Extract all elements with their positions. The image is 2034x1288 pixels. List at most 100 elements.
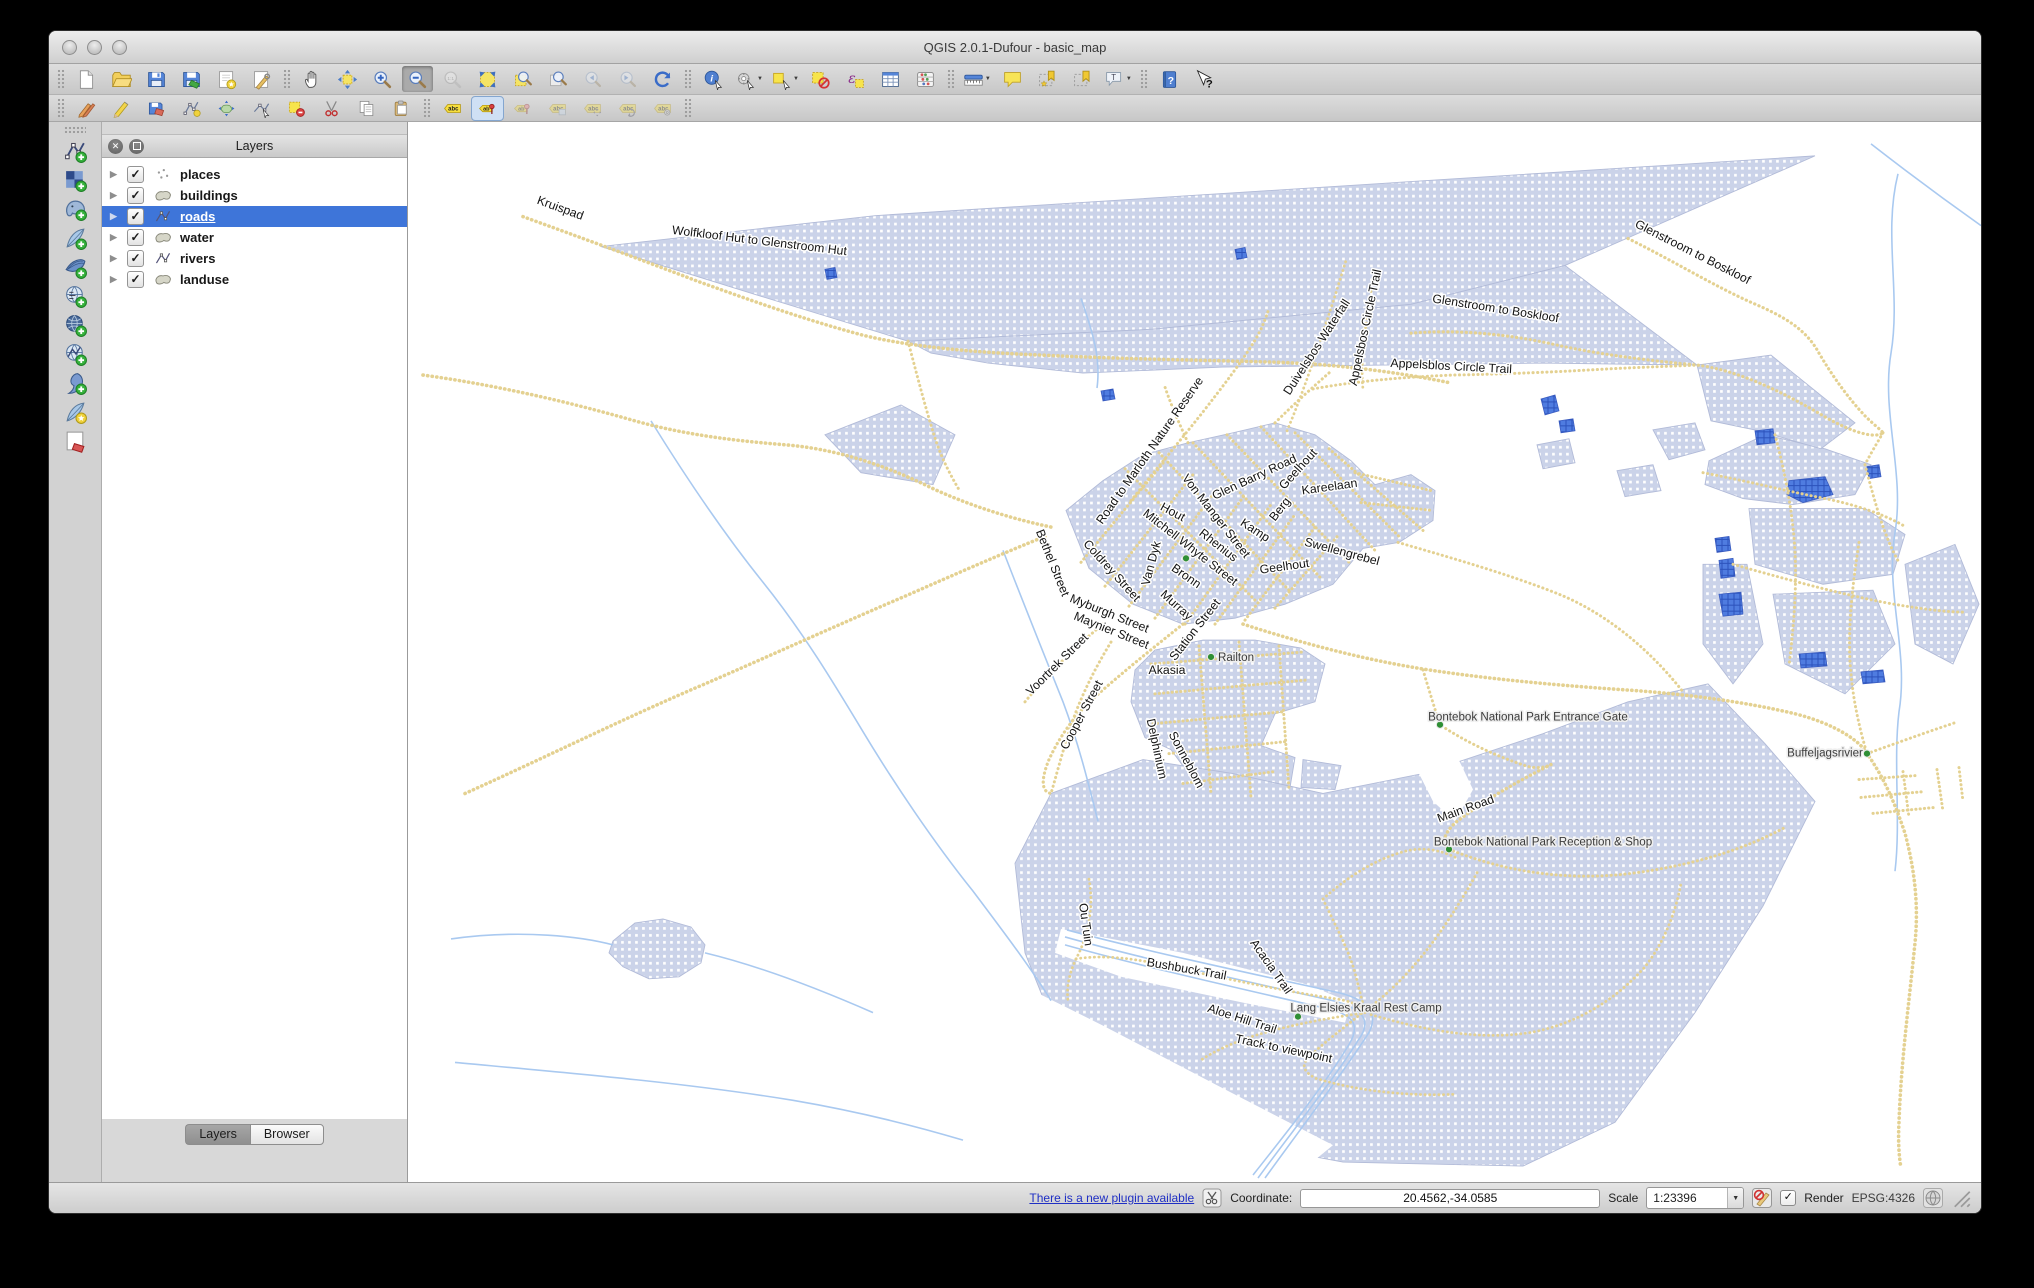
chevron-down-icon[interactable]: ▼ bbox=[793, 76, 799, 82]
help-contents-button[interactable]: ? bbox=[1154, 66, 1185, 92]
panel-tab-browser[interactable]: Browser bbox=[250, 1124, 324, 1145]
zoom-full-button[interactable] bbox=[472, 66, 503, 92]
move-feature-button[interactable] bbox=[211, 97, 242, 120]
add-oracle-layer-button[interactable] bbox=[57, 282, 93, 311]
cut-features-button[interactable] bbox=[316, 97, 347, 120]
layer-checkbox[interactable]: ✓ bbox=[127, 166, 144, 183]
help-icon: ? bbox=[1159, 69, 1180, 90]
layer-labeling-options-button[interactable]: abc bbox=[437, 97, 468, 120]
zoom-out-button[interactable] bbox=[402, 66, 433, 92]
save-layer-edits-button[interactable] bbox=[141, 97, 172, 120]
paste-features-button[interactable] bbox=[386, 97, 417, 120]
select-by-expression-button[interactable]: ε bbox=[840, 66, 871, 92]
expander-icon[interactable]: ▶ bbox=[110, 169, 124, 180]
whats-this-button[interactable]: ? bbox=[1189, 66, 1220, 92]
panel-tab-layers[interactable]: Layers bbox=[185, 1124, 250, 1145]
layer-name: buildings bbox=[180, 188, 238, 203]
coordinate-input[interactable] bbox=[1300, 1189, 1600, 1208]
field-calculator-button[interactable] bbox=[910, 66, 941, 92]
crs-status-button[interactable] bbox=[1923, 1188, 1943, 1208]
run-feature-action-button[interactable]: ▼ bbox=[733, 66, 765, 92]
pan-to-selection-button[interactable] bbox=[332, 66, 363, 92]
expander-icon[interactable]: ▶ bbox=[110, 232, 124, 243]
layer-item-landuse[interactable]: ▶✓landuse bbox=[102, 269, 407, 290]
chevron-down-icon[interactable]: ▼ bbox=[1126, 76, 1132, 82]
layer-item-buildings[interactable]: ▶✓ buildings bbox=[102, 185, 407, 206]
delete-selected-button[interactable] bbox=[281, 97, 312, 120]
pan-map-button[interactable] bbox=[297, 66, 328, 92]
new-shapefile-layer-button[interactable] bbox=[57, 427, 93, 456]
layer-item-rivers[interactable]: ▶✓rivers bbox=[102, 248, 407, 269]
add-wfs-layer-button[interactable] bbox=[57, 369, 93, 398]
expander-icon[interactable]: ▶ bbox=[110, 253, 124, 264]
identify-features-button[interactable]: i bbox=[698, 66, 729, 92]
resize-grip[interactable] bbox=[1951, 1188, 1971, 1208]
zoom-to-layer-button[interactable] bbox=[542, 66, 573, 92]
open-project-button[interactable] bbox=[106, 66, 137, 92]
zoom-to-selection-button[interactable] bbox=[507, 66, 538, 92]
map-tips-button[interactable] bbox=[997, 66, 1028, 92]
panel-close-button[interactable]: ✕ bbox=[108, 139, 123, 154]
new-bookmark-button[interactable] bbox=[1032, 66, 1063, 92]
layer-checkbox[interactable]: ✓ bbox=[127, 271, 144, 288]
add-mssql-layer-button[interactable] bbox=[57, 253, 93, 282]
refresh-map-button[interactable] bbox=[647, 66, 678, 92]
toolbar-grip[interactable] bbox=[64, 126, 86, 133]
layer-checkbox[interactable]: ✓ bbox=[127, 208, 144, 225]
layer-type-icon bbox=[151, 166, 175, 184]
add-raster-layer-button[interactable] bbox=[57, 166, 93, 195]
select-features-button[interactable]: ▼ bbox=[769, 66, 801, 92]
add-spatialite-layer-button[interactable] bbox=[57, 224, 93, 253]
render-checkbox[interactable]: ✓ bbox=[1780, 1190, 1796, 1206]
layer-item-roads[interactable]: ▶✓roads bbox=[102, 206, 407, 227]
highlight-pinned-labels-button: ab bbox=[507, 97, 538, 120]
add-feature-button[interactable] bbox=[176, 97, 207, 120]
expander-icon[interactable]: ▶ bbox=[110, 190, 124, 201]
expander-icon[interactable]: ▶ bbox=[110, 274, 124, 285]
save-project-button[interactable] bbox=[141, 66, 172, 92]
text-annotation-button[interactable]: T▼ bbox=[1102, 66, 1134, 92]
current-edits-button[interactable] bbox=[71, 97, 102, 120]
chevron-down-icon[interactable]: ▼ bbox=[985, 76, 991, 82]
stop-render-button[interactable] bbox=[1752, 1188, 1772, 1208]
add-postgis-layer-button[interactable] bbox=[57, 195, 93, 224]
plugin-icon[interactable] bbox=[1202, 1188, 1222, 1208]
layer-checkbox[interactable]: ✓ bbox=[127, 187, 144, 204]
scale-combo[interactable]: 1:23396 ▼ bbox=[1646, 1187, 1744, 1209]
expander-icon[interactable]: ▶ bbox=[110, 211, 124, 222]
add-vector-layer-button[interactable] bbox=[57, 137, 93, 166]
add-wms-layer-button[interactable] bbox=[57, 311, 93, 340]
new-print-composer-button[interactable] bbox=[211, 66, 242, 92]
zoom-in-button[interactable] bbox=[367, 66, 398, 92]
chevron-down-icon[interactable]: ▼ bbox=[757, 76, 763, 82]
open-attribute-table-button[interactable] bbox=[875, 66, 906, 92]
deselect-features-button[interactable] bbox=[805, 66, 836, 92]
measure-button[interactable]: ▼ bbox=[961, 66, 993, 92]
map-canvas[interactable]: KruispadWolfkloof Hut to Glenstroom HutG… bbox=[408, 122, 1981, 1182]
show-bookmarks-button[interactable] bbox=[1067, 66, 1098, 92]
zoom-window-button[interactable] bbox=[112, 40, 127, 55]
layer-checkbox[interactable]: ✓ bbox=[127, 250, 144, 267]
toolbar-separator bbox=[684, 69, 692, 89]
composer-manager-button[interactable] bbox=[246, 66, 277, 92]
pin-unpin-labels-button[interactable]: ab bbox=[472, 97, 503, 120]
chevron-down-icon[interactable]: ▼ bbox=[1727, 1188, 1743, 1208]
layer-checkbox[interactable]: ✓ bbox=[127, 229, 144, 246]
add-wcs-layer-button[interactable] bbox=[57, 340, 93, 369]
save-project-as-button[interactable] bbox=[176, 66, 207, 92]
copy-features-button[interactable] bbox=[351, 97, 382, 120]
layer-item-places[interactable]: ▶✓places bbox=[102, 164, 407, 185]
new-project-button[interactable] bbox=[71, 66, 102, 92]
plugin-link[interactable]: There is a new plugin available bbox=[1029, 1191, 1194, 1205]
panel-detach-button[interactable] bbox=[129, 139, 144, 154]
folder-icon bbox=[111, 69, 132, 90]
titlebar[interactable]: QGIS 2.0.1-Dufour - basic_map bbox=[49, 31, 1981, 64]
node-tool-button[interactable] bbox=[246, 97, 277, 120]
layer-item-water[interactable]: ▶✓water bbox=[102, 227, 407, 248]
status-bar: There is a new plugin available Coordina… bbox=[49, 1182, 1981, 1213]
close-window-button[interactable] bbox=[62, 40, 77, 55]
manage-layers-buttons bbox=[55, 137, 95, 456]
new-spatialite-layer-button[interactable] bbox=[57, 398, 93, 427]
minimize-window-button[interactable] bbox=[87, 40, 102, 55]
toggle-editing-button[interactable] bbox=[106, 97, 137, 120]
